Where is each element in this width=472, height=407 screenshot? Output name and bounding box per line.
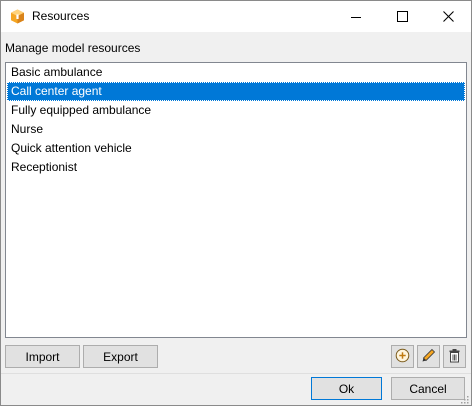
window-title: Resources <box>32 9 90 23</box>
list-item-selected[interactable]: Call center agent <box>7 82 465 101</box>
minimize-icon <box>351 12 361 22</box>
pencil-icon <box>421 348 436 366</box>
list-item[interactable]: Receptionist <box>7 158 465 177</box>
resize-grip-icon[interactable] <box>459 393 469 404</box>
resources-list[interactable]: Basic ambulance Call center agent Fully … <box>5 62 467 338</box>
close-icon <box>442 11 454 22</box>
cube-icon <box>10 9 25 24</box>
resources-dialog: Resources Manage model resources Basic a… <box>0 0 472 406</box>
list-item[interactable]: Nurse <box>7 120 465 139</box>
import-button[interactable]: Import <box>5 345 80 368</box>
list-item[interactable]: Quick attention vehicle <box>7 139 465 158</box>
add-icon <box>395 348 410 366</box>
ok-button[interactable]: Ok <box>311 377 382 400</box>
list-item[interactable]: Basic ambulance <box>7 63 465 82</box>
cancel-button[interactable]: Cancel <box>391 377 465 400</box>
delete-resource-button[interactable] <box>443 345 466 368</box>
export-button[interactable]: Export <box>83 345 158 368</box>
add-resource-button[interactable] <box>391 345 414 368</box>
list-item[interactable]: Fully equipped ambulance <box>7 101 465 120</box>
maximize-icon <box>396 11 408 22</box>
title-bar[interactable]: Resources <box>1 1 471 32</box>
trash-icon <box>447 348 462 366</box>
minimize-button[interactable] <box>333 1 379 32</box>
maximize-button[interactable] <box>379 1 425 32</box>
close-button[interactable] <box>425 1 471 32</box>
edit-resource-button[interactable] <box>417 345 440 368</box>
section-heading: Manage model resources <box>5 41 141 55</box>
